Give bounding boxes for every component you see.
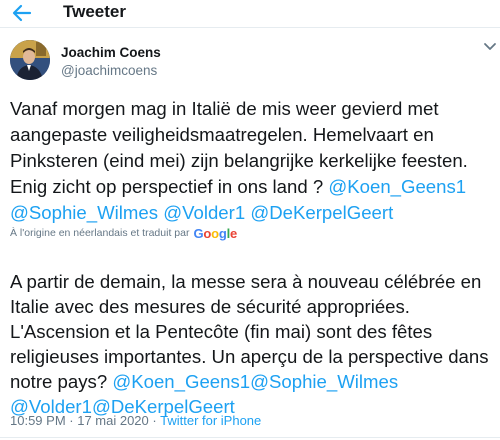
tweet-meta: 10:59 PM · 17 mai 2020 · Twitter for iPh… bbox=[10, 413, 261, 428]
tweet-translated-text: A partir de demain, la messe sera à nouv… bbox=[10, 250, 496, 437]
page-title: Tweeter bbox=[63, 2, 126, 21]
author-name[interactable]: Joachim Coens bbox=[61, 45, 161, 60]
mention-link[interactable]: @DeKerpelGeert bbox=[250, 202, 393, 223]
meta-separator: · bbox=[148, 413, 161, 428]
back-arrow-icon[interactable] bbox=[11, 3, 33, 23]
google-logo: Google bbox=[193, 225, 238, 241]
mention-link[interactable]: @Volder1 bbox=[163, 202, 245, 223]
chevron-down-icon[interactable] bbox=[482, 40, 498, 54]
mention-link[interactable]: @Koen_Geens1 bbox=[112, 371, 250, 392]
author-handle[interactable]: @joachimcoens bbox=[61, 63, 157, 78]
mention-link[interactable]: @Sophie_Wilmes bbox=[250, 371, 398, 392]
tweet-source-link[interactable]: Twitter for iPhone bbox=[160, 413, 261, 428]
divider bbox=[0, 437, 500, 438]
tweet-time[interactable]: 10:59 PM bbox=[10, 413, 66, 428]
tweet-date[interactable]: 17 mai 2020 bbox=[77, 413, 149, 428]
meta-separator: · bbox=[65, 413, 78, 428]
translation-attribution: À l'origine en néerlandais et traduit pa… bbox=[10, 225, 237, 241]
tweet-original-text: Vanaf morgen mag in Italië de mis weer g… bbox=[10, 96, 496, 226]
mention-link[interactable]: @Koen_Geens1 bbox=[328, 176, 466, 197]
avatar[interactable] bbox=[10, 40, 50, 80]
translation-note: À l'origine en néerlandais et traduit pa… bbox=[10, 227, 190, 239]
mention-link[interactable]: @Sophie_Wilmes bbox=[10, 202, 158, 223]
top-bar: Tweeter bbox=[0, 0, 500, 28]
